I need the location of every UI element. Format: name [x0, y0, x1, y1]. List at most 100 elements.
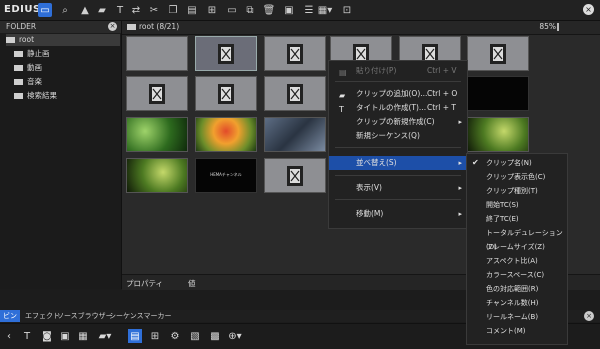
share-dropdown-icon[interactable]: ⊕▾ [228, 329, 242, 343]
menu-item-label: クリップ名(N) [486, 159, 532, 167]
tree-item-label: 静止画 [27, 49, 50, 58]
sort-item-frame-size[interactable]: フレームサイズ(Z) [467, 240, 567, 254]
clip-thumbnail[interactable] [126, 76, 188, 111]
menu-item-view[interactable]: 表示(V) ▸ [329, 181, 467, 195]
sort-item-total-duration[interactable]: トータルデュレーション(D) [467, 226, 567, 251]
tab-sequence-marker[interactable]: シーケンスマーカー [106, 310, 174, 322]
view-mode-icon[interactable]: ▦▾ [318, 3, 332, 17]
settings-icon[interactable]: ⚙ [168, 329, 182, 343]
arrow-left-icon[interactable]: ‹ [2, 329, 16, 343]
folder-icon [6, 37, 15, 43]
menu-item-sort[interactable]: 並べ替え(S) ▸ [329, 156, 467, 170]
tree-item-music[interactable]: 音楽 [14, 76, 120, 88]
tree-item-search-results[interactable]: 検索結果 [14, 90, 120, 102]
clip-thumbnail[interactable] [195, 117, 257, 152]
menu-item-add-clip[interactable]: ▰ クリップの追加(O)... Ctrl + O [329, 87, 467, 101]
menu-item-label: クリップの新規作成(C) [356, 117, 435, 126]
sort-item-clip-color[interactable]: クリップ表示色(C) [467, 170, 567, 184]
sort-item-clip-name[interactable]: ✔ クリップ名(N) [467, 156, 567, 170]
delete-icon[interactable]: 🗑 [262, 3, 276, 17]
create-title-icon[interactable]: T [113, 3, 127, 17]
film-icon [218, 83, 234, 104]
sort-item-color-range[interactable]: 色の対応範囲(R) [467, 282, 567, 296]
tree-item-video[interactable]: 動画 [14, 62, 120, 74]
sort-item-clip-type[interactable]: クリップ種別(T) [467, 184, 567, 198]
menu-item-label: 終了TC(E) [486, 215, 519, 223]
timeline-icon[interactable]: ⊞ [148, 329, 162, 343]
tree-item-label: 動画 [27, 63, 42, 72]
menu-item-label: クリップ表示色(C) [486, 173, 546, 181]
zoom-slider[interactable] [557, 23, 559, 31]
add-to-timeline-icon[interactable]: ⊞ [205, 3, 219, 17]
film-icon [218, 43, 234, 64]
render-icon[interactable]: ▧ [188, 329, 202, 343]
clip-thumbnail[interactable] [126, 158, 188, 193]
menu-item-label: タイトルの作成(T)... [356, 103, 427, 112]
menu-separator [335, 199, 461, 200]
search-icon[interactable]: ⌕ [58, 3, 72, 17]
replace-icon[interactable]: ⇄ [129, 3, 143, 17]
clip-thumbnail[interactable] [264, 158, 326, 193]
folder-view-icon[interactable]: ▭ [38, 3, 52, 17]
film-icon [149, 83, 165, 104]
clip-thumbnail[interactable] [264, 117, 326, 152]
camera-icon[interactable]: ◙ [40, 329, 54, 343]
cut-icon[interactable]: ✂ [147, 3, 161, 17]
tab-bin[interactable]: ビン [0, 310, 20, 322]
zoom-level: 85% [539, 22, 556, 31]
clip-thumbnail[interactable] [467, 117, 529, 152]
sort-item-start-tc[interactable]: 開始TC(S) [467, 198, 567, 212]
clip-thumbnail[interactable] [126, 36, 188, 71]
check-icon: ✔ [472, 158, 479, 167]
clip-thumbnail[interactable]: HEMAチャンネル [195, 158, 257, 193]
menu-item-new-clip[interactable]: クリップの新規作成(C) ▸ [329, 115, 467, 129]
menu-item-paste[interactable]: ▤ 貼り付け(P) Ctrl + V [329, 64, 467, 78]
title-icon[interactable]: T [20, 329, 34, 343]
media-icon[interactable]: ▩ [208, 329, 222, 343]
clip-thumbnail[interactable] [264, 36, 326, 71]
monitor-icon[interactable]: ▭ [225, 3, 239, 17]
effect-dropdown-icon[interactable]: ▰▾ [98, 329, 112, 343]
bin-path: root (8/21) [139, 22, 180, 31]
tree-item-root[interactable]: root [6, 34, 120, 46]
properties-icon[interactable]: ▣ [282, 3, 296, 17]
sort-item-aspect-ratio[interactable]: アスペクト比(A) [467, 254, 567, 268]
film-icon [287, 165, 303, 186]
sort-item-color-space[interactable]: カラースペース(C) [467, 268, 567, 282]
list-view-icon[interactable]: ☰ [302, 3, 316, 17]
clip-thumbnail[interactable] [467, 76, 529, 111]
add-clip-icon[interactable]: ▰ [95, 3, 109, 17]
close-icon[interactable]: × [584, 311, 594, 321]
menu-item-move[interactable]: 移動(M) ▸ [329, 207, 467, 221]
grid-view-icon[interactable]: ▤ [128, 329, 142, 343]
clip-thumbnail[interactable] [195, 36, 257, 71]
menu-item-label: アスペクト比(A) [486, 257, 538, 265]
clip-thumbnail[interactable] [264, 76, 326, 111]
film-icon [490, 43, 506, 64]
menu-item-create-title[interactable]: T タイトルの作成(T)... Ctrl + T [329, 101, 467, 115]
film-icon [287, 83, 303, 104]
menu-item-label: フレームサイズ(Z) [486, 243, 545, 251]
sort-item-comment[interactable]: コメント(M) [467, 324, 567, 338]
copy-icon[interactable]: ❐ [166, 3, 180, 17]
clip-thumbnail[interactable] [467, 36, 529, 71]
export-icon[interactable]: ⊡ [340, 3, 354, 17]
trim-icon[interactable]: ▦ [76, 329, 90, 343]
close-icon[interactable]: × [583, 4, 594, 15]
folder-close-icon[interactable]: × [108, 22, 117, 31]
paste-icon[interactable]: ▤ [185, 3, 199, 17]
clip-icon[interactable]: ▣ [58, 329, 72, 343]
sort-item-reel-name[interactable]: リールネーム(B) [467, 310, 567, 324]
sort-item-end-tc[interactable]: 終了TC(E) [467, 212, 567, 226]
menu-item-shortcut: Ctrl + T [427, 103, 456, 112]
clip-thumbnail[interactable] [195, 76, 257, 111]
menu-item-new-sequence[interactable]: 新規シーケンス(Q) [329, 129, 467, 143]
tree-item-still[interactable]: 静止画 [14, 48, 120, 60]
paste-icon: ▤ [339, 68, 347, 77]
up-folder-icon[interactable]: ▲ [78, 3, 92, 17]
clip-thumbnail[interactable] [126, 117, 188, 152]
menu-item-label: クリップの追加(O)... [356, 89, 428, 98]
folder-header-label: FOLDER [6, 22, 37, 31]
player-icon[interactable]: ⧉ [243, 3, 257, 17]
sort-item-channels[interactable]: チャンネル数(H) [467, 296, 567, 310]
